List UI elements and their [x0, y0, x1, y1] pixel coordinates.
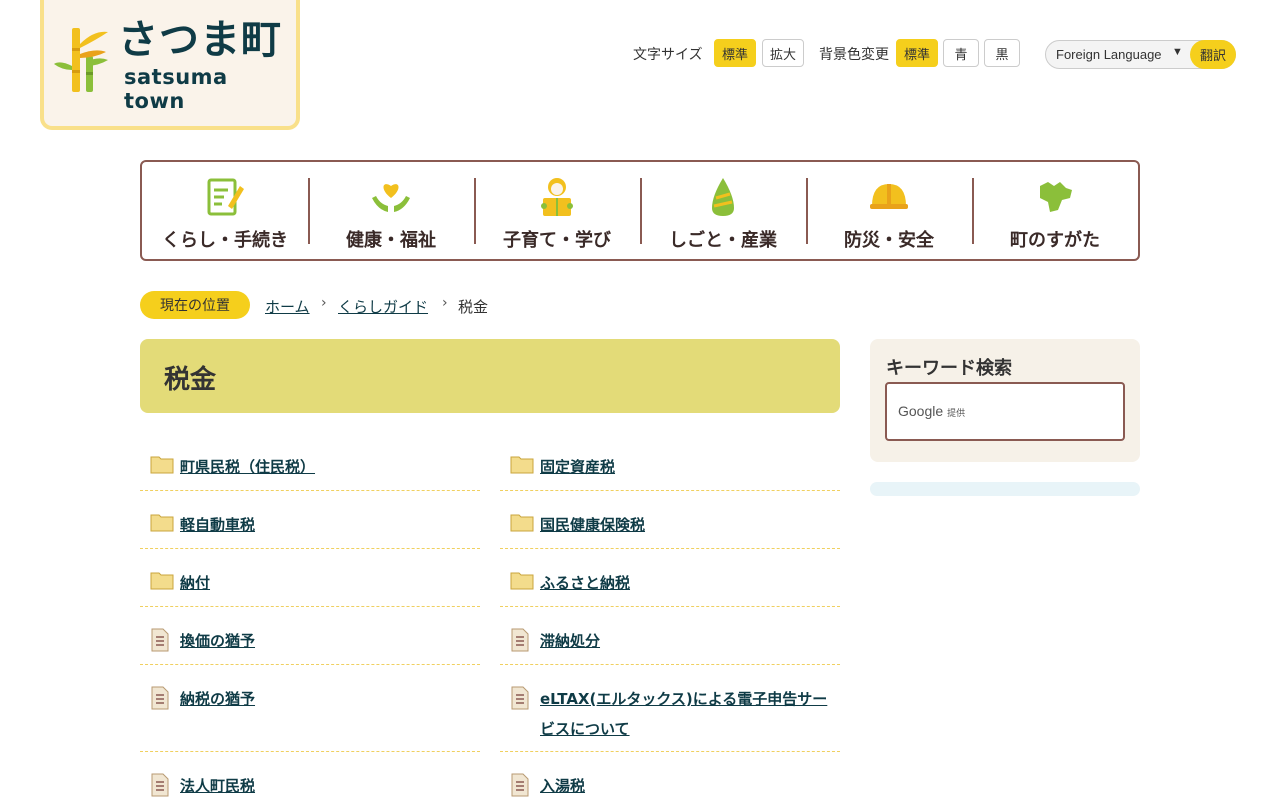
list-item-link[interactable]: ふるさと納税 [540, 568, 840, 598]
list-item[interactable]: 固定資産税 [500, 440, 840, 491]
nav-item-living[interactable]: くらし・手続き [142, 162, 308, 259]
child-book-icon [541, 178, 573, 216]
bg-black-button[interactable]: 黒 [984, 39, 1020, 67]
search-input[interactable]: Google 提供 [885, 382, 1125, 441]
language-select-label: Foreign Language [1056, 47, 1162, 62]
search-placeholder-brand: Google [898, 403, 944, 419]
list-item-link[interactable]: 換価の猶予 [180, 626, 480, 656]
nav-item-work[interactable]: しごと・産業 [640, 162, 806, 259]
list-item-link[interactable]: 軽自動車税 [180, 510, 480, 540]
list-item[interactable]: eLTAX(エルタックス)による電子申告サービスについて [500, 672, 840, 752]
folder-icon [510, 456, 534, 474]
breadcrumb-home-link[interactable]: ホーム [265, 296, 310, 317]
chevron-right-icon: › [442, 295, 448, 311]
translate-button[interactable]: 翻訳 [1190, 40, 1236, 69]
font-size-label: 文字サイズ [633, 47, 703, 63]
nav-label: 防災・安全 [844, 230, 934, 251]
bg-standard-button[interactable]: 標準 [896, 39, 938, 67]
nav-label: くらし・手続き [162, 230, 288, 251]
main-nav: くらし・手続き 健康・福祉 子育て・学び しごと・産業 防災・安全 町のすがた [140, 160, 1140, 261]
folder-icon [150, 456, 174, 474]
folder-icon [150, 514, 174, 532]
list-item[interactable]: 入湯税 [500, 759, 840, 800]
page-title: 税金 [164, 365, 217, 395]
list-item-link[interactable]: 町県民税（住民税） [180, 452, 480, 482]
background-color-label: 背景色変更 [819, 47, 889, 63]
sidebar-banner-strip [870, 482, 1140, 496]
nav-label: 町のすがた [1010, 230, 1100, 251]
heart-hands-icon [372, 184, 410, 212]
list-item-link[interactable]: 納税の猶予 [180, 684, 480, 714]
breadcrumb-badge: 現在の位置 [140, 291, 250, 319]
list-item-link[interactable]: eLTAX(エルタックス)による電子申告サービスについて [540, 684, 840, 744]
nav-label: 子育て・学び [503, 230, 611, 251]
form-pen-icon [207, 178, 244, 216]
document-icon [511, 686, 529, 710]
list-item[interactable]: 換価の猶予 [140, 614, 480, 665]
search-placeholder-suffix: 提供 [947, 408, 966, 418]
document-icon [151, 686, 169, 710]
bg-blue-button[interactable]: 青 [943, 39, 979, 67]
list-item-link[interactable]: 滞納処分 [540, 626, 840, 656]
bamboo-shoot-icon [712, 178, 734, 216]
dropdown-arrow-icon: ▼ [1172, 46, 1183, 58]
list-item-link[interactable]: 納付 [180, 568, 480, 598]
language-select[interactable]: Foreign Language ▼ 翻訳 [1045, 40, 1236, 69]
nav-item-health[interactable]: 健康・福祉 [308, 162, 474, 259]
list-item[interactable]: 滞納処分 [500, 614, 840, 665]
folder-icon [510, 572, 534, 590]
breadcrumb-current: 税金 [458, 298, 489, 316]
list-item[interactable]: 法人町民税 [140, 759, 480, 800]
keyword-search-panel: キーワード検索 Google 提供 [870, 339, 1140, 462]
nav-label: 健康・福祉 [346, 230, 436, 251]
document-icon [511, 773, 529, 797]
bamboo-logo-icon [54, 28, 108, 92]
folder-icon [150, 572, 174, 590]
nav-item-childcare[interactable]: 子育て・学び [474, 162, 640, 259]
document-icon [511, 628, 529, 652]
keyword-search-title: キーワード検索 [886, 358, 1012, 379]
folder-icon [510, 514, 534, 532]
helmet-icon [870, 184, 908, 209]
nav-item-town[interactable]: 町のすがた [972, 162, 1138, 259]
list-item[interactable]: 国民健康保険税 [500, 498, 840, 549]
page-title-box: 税金 [140, 339, 840, 413]
list-item-link[interactable]: 法人町民税 [180, 771, 480, 800]
town-map-icon [1040, 182, 1072, 212]
list-item-link[interactable]: 固定資産税 [540, 452, 840, 482]
search-placeholder: Google 提供 [898, 403, 965, 419]
chevron-right-icon: › [321, 295, 327, 311]
list-item[interactable]: 町県民税（住民税） [140, 440, 480, 491]
site-logo[interactable]: さつま町 satsuma town [40, 0, 300, 130]
document-icon [151, 773, 169, 797]
logo-subtitle: satsuma town [124, 65, 228, 113]
nav-item-disaster[interactable]: 防災・安全 [806, 162, 972, 259]
breadcrumb-guide-link[interactable]: くらしガイド [338, 296, 428, 317]
list-item[interactable]: 納付 [140, 556, 480, 607]
list-item-link[interactable]: 入湯税 [540, 771, 840, 800]
nav-label: しごと・産業 [669, 230, 777, 251]
document-icon [151, 628, 169, 652]
font-size-standard-button[interactable]: 標準 [714, 39, 756, 67]
font-size-large-button[interactable]: 拡大 [762, 39, 804, 67]
list-item[interactable]: ふるさと納税 [500, 556, 840, 607]
list-item-link[interactable]: 国民健康保険税 [540, 510, 840, 540]
logo-title: さつま町 [118, 17, 282, 63]
list-item[interactable]: 軽自動車税 [140, 498, 480, 549]
list-item[interactable]: 納税の猶予 [140, 672, 480, 752]
